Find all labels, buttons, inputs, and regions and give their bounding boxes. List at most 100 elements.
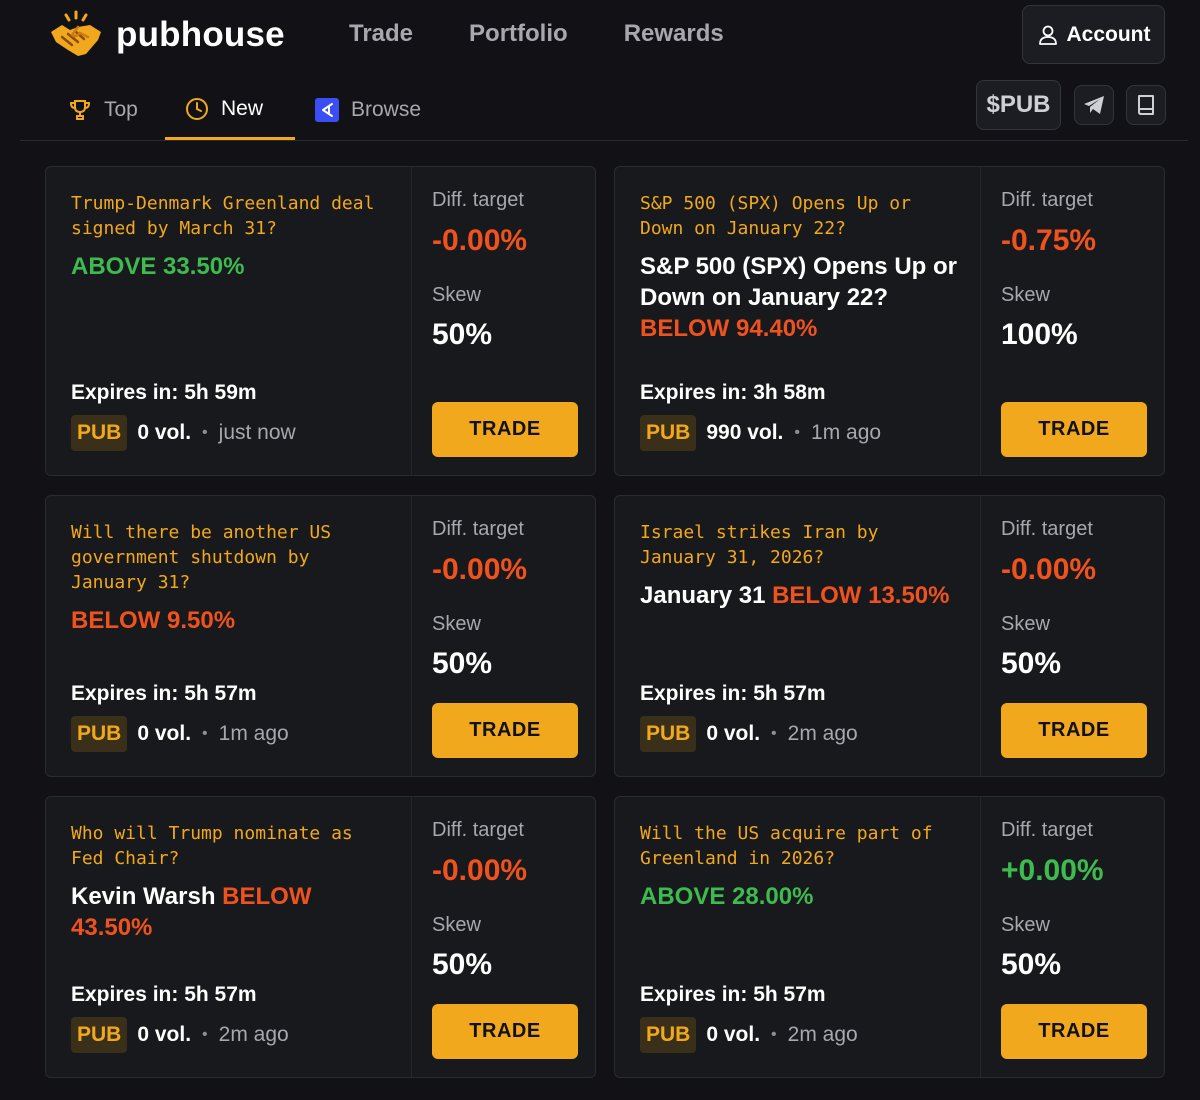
diff-target-label: Diff. target	[432, 819, 524, 841]
market-question[interactable]: Will there be another US government shut…	[71, 520, 391, 595]
nav-portfolio[interactable]: Portfolio	[469, 20, 568, 48]
market-card: Will there be another US government shut…	[45, 495, 596, 777]
tab-new[interactable]: New	[165, 80, 295, 140]
nav-trade[interactable]: Trade	[349, 20, 413, 48]
feed-tabs: Top New Browse	[48, 80, 441, 141]
outcome-direction: ABOVE	[640, 883, 733, 910]
outcome-price: 43.50%	[71, 914, 153, 941]
skew-value: 50%	[432, 318, 493, 351]
account-button[interactable]: Account	[1022, 5, 1165, 64]
user-icon	[1038, 25, 1057, 45]
market-meta: PUB 0 vol. • just now	[71, 415, 296, 451]
expires-label: Expires in: 5h 57m	[640, 983, 826, 1006]
trophy-icon	[69, 100, 91, 120]
outcome-price: 28.00%	[732, 883, 814, 910]
market-outcome: January 31 BELOW 13.50%	[640, 580, 960, 611]
time-ago: just now	[218, 421, 296, 444]
nav-rewards[interactable]: Rewards	[624, 20, 724, 48]
market-question[interactable]: Israel strikes Iran by January 31, 2026?	[640, 520, 960, 570]
trade-button[interactable]: TRADE	[1001, 402, 1147, 457]
skew-label: Skew	[1001, 914, 1050, 936]
outcome-direction: BELOW	[640, 315, 736, 342]
time-ago: 2m ago	[218, 1023, 289, 1046]
expires-label: Expires in: 5h 59m	[71, 381, 257, 404]
outcome-name: S&P 500 (SPX) Opens Up or Down on Januar…	[640, 253, 957, 311]
trade-button[interactable]: TRADE	[432, 1004, 578, 1059]
diff-target-value: -0.00%	[432, 553, 528, 586]
market-question[interactable]: Trump-Denmark Greenland deal signed by M…	[71, 191, 391, 241]
outcome-price: 94.40%	[736, 315, 818, 342]
market-question[interactable]: S&P 500 (SPX) Opens Up or Down on Januar…	[640, 191, 960, 241]
market-stats: Diff. target -0.00% Skew 50% TRADE	[411, 167, 596, 475]
trade-button[interactable]: TRADE	[1001, 1004, 1147, 1059]
clock-icon	[186, 97, 208, 120]
diff-target-value: +0.00%	[1001, 854, 1104, 887]
brand-home-link[interactable]: pubhouse	[48, 10, 285, 60]
diff-target-label: Diff. target	[1001, 819, 1093, 841]
market-meta: PUB 0 vol. • 2m ago	[640, 1017, 858, 1053]
tabs-divider	[20, 140, 1188, 141]
tab-top-label: Top	[104, 98, 138, 121]
diff-target-value: -0.00%	[1001, 553, 1097, 586]
main-nav: Trade Portfolio Rewards	[349, 20, 724, 48]
tab-browse[interactable]: Browse	[295, 80, 441, 140]
time-ago: 2m ago	[787, 1023, 858, 1046]
outcome-price: 13.50%	[868, 582, 950, 609]
expires-label: Expires in: 3h 58m	[640, 381, 826, 404]
skew-value: 50%	[1001, 647, 1062, 680]
diff-target-value: -0.00%	[432, 224, 528, 257]
pub-badge: PUB	[640, 716, 697, 752]
diff-target-label: Diff. target	[432, 518, 524, 540]
diff-target-label: Diff. target	[432, 189, 524, 211]
outcome-direction: BELOW	[71, 607, 167, 634]
outcome-direction: ABOVE	[71, 253, 164, 280]
skew-label: Skew	[432, 914, 481, 936]
pub-token-button[interactable]: $PUB	[976, 80, 1061, 130]
skew-label: Skew	[432, 284, 481, 306]
outcome-name: Kevin Warsh	[71, 883, 223, 910]
time-ago: 1m ago	[811, 421, 882, 444]
separator-dot: •	[202, 424, 208, 441]
market-meta: PUB 0 vol. • 2m ago	[640, 716, 858, 752]
browse-icon	[315, 98, 339, 122]
time-ago: 1m ago	[218, 722, 289, 745]
diff-target-label: Diff. target	[1001, 189, 1093, 211]
trade-button[interactable]: TRADE	[432, 703, 578, 758]
separator-dot: •	[202, 1026, 208, 1043]
market-question[interactable]: Who will Trump nominate as Fed Chair?	[71, 821, 391, 871]
trade-button[interactable]: TRADE	[1001, 703, 1147, 758]
market-stats: Diff. target -0.00% Skew 50% TRADE	[411, 797, 596, 1077]
skew-label: Skew	[432, 613, 481, 635]
telegram-button[interactable]	[1074, 85, 1114, 125]
market-card: S&P 500 (SPX) Opens Up or Down on Januar…	[614, 166, 1165, 476]
separator-dot: •	[794, 424, 801, 441]
diff-target-value: -0.75%	[1001, 224, 1097, 257]
market-card: Israel strikes Iran by January 31, 2026?…	[614, 495, 1165, 777]
book-icon	[1138, 95, 1154, 115]
market-stats: Diff. target -0.00% Skew 50% TRADE	[411, 496, 596, 776]
pub-badge: PUB	[71, 1017, 128, 1053]
separator-dot: •	[202, 725, 208, 742]
market-outcome: S&P 500 (SPX) Opens Up or Down on Januar…	[640, 251, 960, 344]
separator-dot: •	[771, 1026, 777, 1043]
tab-top[interactable]: Top	[48, 80, 165, 140]
trade-button[interactable]: TRADE	[432, 402, 578, 457]
market-card: Trump-Denmark Greenland deal signed by M…	[45, 166, 596, 476]
pub-badge: PUB	[71, 716, 128, 752]
market-meta: PUB 0 vol. • 1m ago	[71, 716, 289, 752]
market-outcome: ABOVE 28.00%	[640, 881, 960, 912]
market-stats: Diff. target +0.00% Skew 50% TRADE	[980, 797, 1165, 1077]
handshake-icon	[51, 10, 101, 56]
skew-label: Skew	[1001, 613, 1050, 635]
outcome-direction: BELOW	[222, 883, 312, 910]
account-label: Account	[1066, 22, 1151, 46]
market-card: Will the US acquire part of Greenland in…	[614, 796, 1165, 1078]
market-meta: PUB 990 vol. • 1m ago	[640, 415, 881, 451]
skew-value: 50%	[432, 948, 493, 981]
volume: 0 vol.	[137, 1023, 192, 1046]
market-question[interactable]: Will the US acquire part of Greenland in…	[640, 821, 960, 871]
market-meta: PUB 0 vol. • 2m ago	[71, 1017, 289, 1053]
market-card: Who will Trump nominate as Fed Chair? Ke…	[45, 796, 596, 1078]
docs-button[interactable]	[1126, 85, 1166, 125]
time-ago: 2m ago	[787, 722, 858, 745]
